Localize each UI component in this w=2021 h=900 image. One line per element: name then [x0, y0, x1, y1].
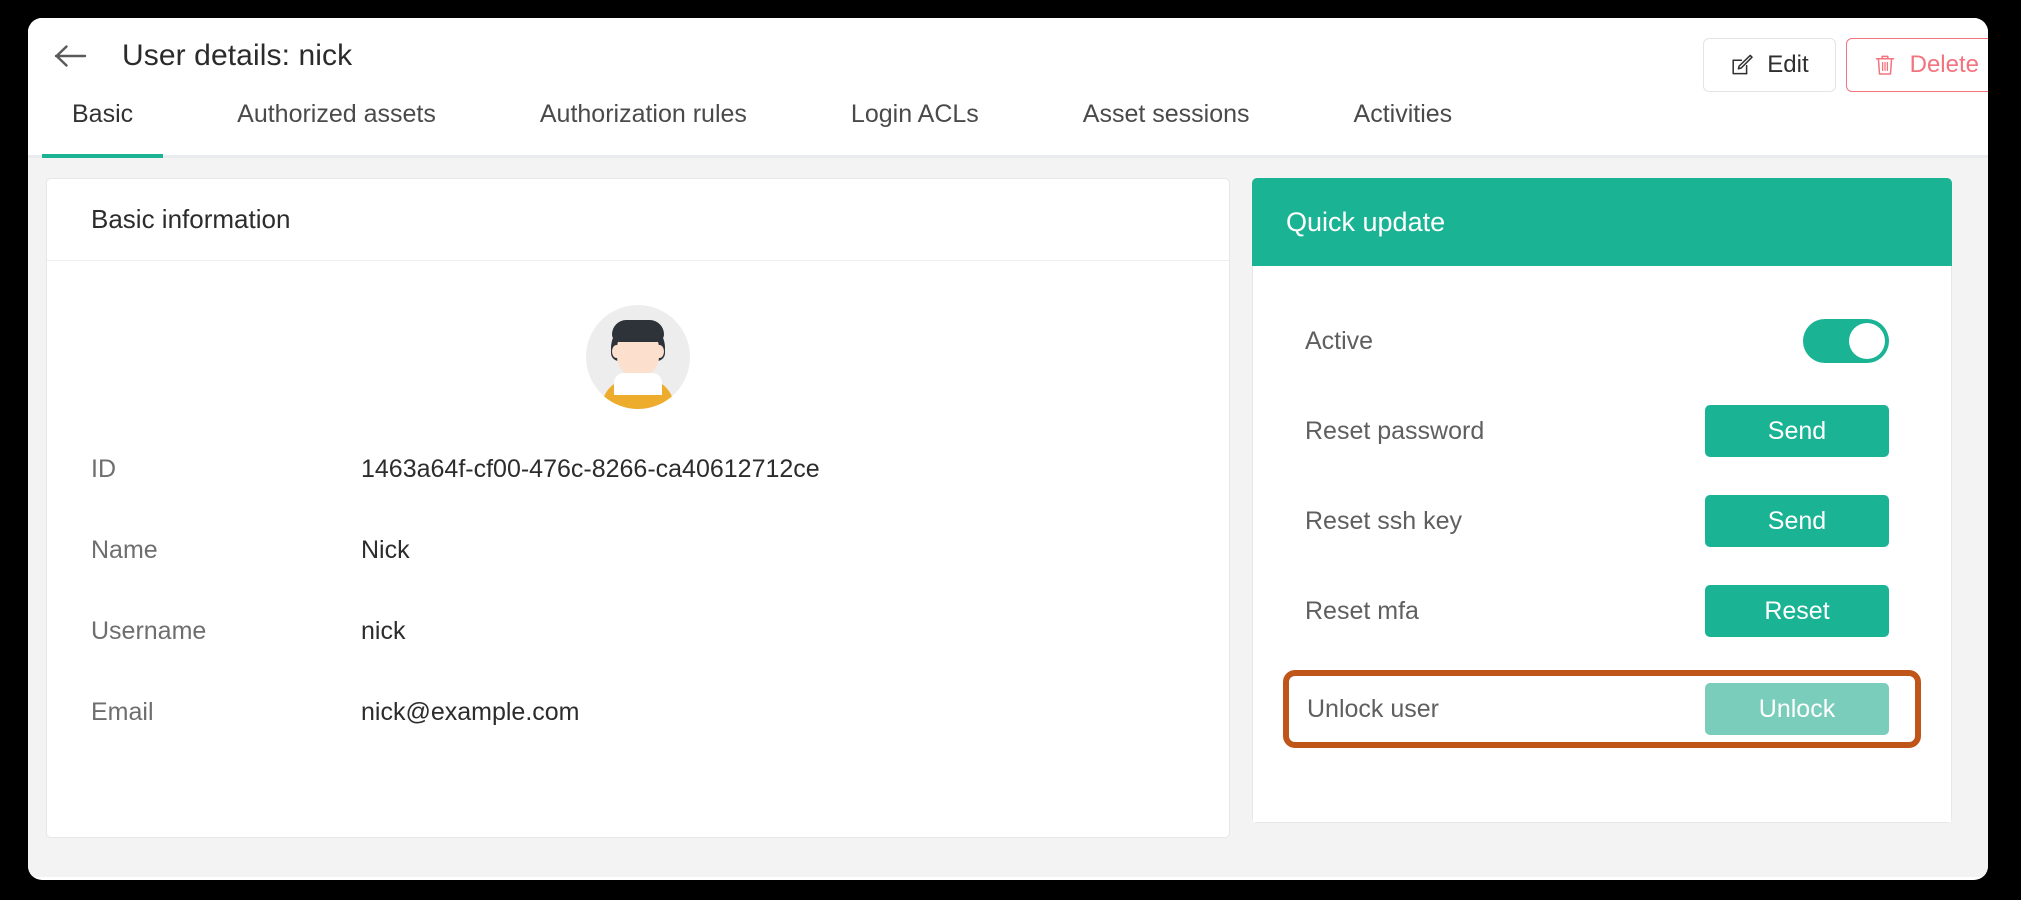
- tabs-bar: Basic Authorized assets Authorization ru…: [28, 94, 1988, 158]
- tab-label: Asset sessions: [1082, 100, 1250, 128]
- reset-password-send-button[interactable]: Send: [1705, 405, 1889, 457]
- avatar-fringe: [612, 320, 664, 342]
- avatar-wrap: [91, 295, 1185, 455]
- reset-password-label: Reset password: [1305, 416, 1485, 445]
- tab-activities[interactable]: Activities: [1324, 94, 1483, 155]
- quick-update-body: Active Reset password Send Reset ssh key…: [1252, 266, 1952, 823]
- page-header: User details: nick Edit Delete: [28, 18, 1988, 94]
- info-label: Email: [91, 698, 154, 726]
- header-actions: Edit Delete: [1703, 38, 1988, 92]
- info-label: ID: [91, 455, 116, 483]
- trash-icon: [1873, 53, 1897, 77]
- tab-label: Authorized assets: [237, 100, 436, 128]
- app-window: User details: nick Edit Delete Basic Aut…: [28, 18, 1988, 880]
- info-value: 1463a64f-cf00-476c-8266-ca40612712ce: [361, 455, 820, 483]
- tab-label: Authorization rules: [539, 100, 747, 128]
- quick-update-row-unlock-user: Unlock user Unlock: [1283, 670, 1921, 748]
- info-label: Name: [91, 536, 158, 564]
- unlock-user-label: Unlock user: [1307, 694, 1439, 723]
- delete-button[interactable]: Delete: [1845, 38, 1988, 92]
- reset-mfa-label: Reset mfa: [1305, 596, 1419, 625]
- tab-label: Activities: [1353, 100, 1453, 128]
- pencil-square-icon: [1730, 53, 1754, 77]
- info-label: Username: [91, 617, 207, 645]
- info-row-email: Email nick@example.com: [91, 698, 1185, 727]
- quick-update-row-reset-password: Reset password Send: [1283, 400, 1921, 462]
- info-row-username: Username nick: [91, 617, 1185, 646]
- reset-mfa-reset-button[interactable]: Reset: [1705, 585, 1889, 637]
- tab-label: Login ACLs: [850, 100, 979, 128]
- info-value: nick: [361, 617, 406, 645]
- quick-update-title: Quick update: [1252, 178, 1952, 266]
- info-row-id: ID 1463a64f-cf00-476c-8266-ca40612712ce: [91, 455, 1185, 484]
- page-title: User details: nick: [122, 39, 353, 72]
- quick-update-row-reset-mfa: Reset mfa Reset: [1283, 580, 1921, 642]
- tab-authorized-assets[interactable]: Authorized assets: [207, 94, 466, 155]
- quick-update-card: Quick update Active Reset password Send …: [1252, 178, 1952, 823]
- edit-button[interactable]: Edit: [1703, 38, 1836, 92]
- reset-ssh-key-label: Reset ssh key: [1305, 506, 1463, 535]
- tab-basic[interactable]: Basic: [42, 94, 164, 158]
- basic-information-card: Basic information ID 1463a64f-cf00-476c-…: [46, 178, 1230, 838]
- edit-button-label: Edit: [1767, 51, 1809, 78]
- quick-update-row-reset-ssh-key: Reset ssh key Send: [1283, 490, 1921, 552]
- basic-information-body: ID 1463a64f-cf00-476c-8266-ca40612712ce …: [47, 261, 1229, 799]
- tab-login-acls[interactable]: Login ACLs: [821, 94, 1009, 155]
- active-toggle[interactable]: [1803, 319, 1889, 363]
- info-row-name: Name Nick: [91, 536, 1185, 565]
- quick-update-row-active: Active: [1283, 310, 1921, 372]
- tab-label: Basic: [72, 100, 134, 128]
- content-area: Basic information ID 1463a64f-cf00-476c-…: [28, 158, 1988, 877]
- back-arrow-icon[interactable]: [50, 35, 92, 77]
- tab-asset-sessions[interactable]: Asset sessions: [1053, 94, 1280, 155]
- active-label: Active: [1305, 326, 1374, 355]
- info-value: nick@example.com: [361, 698, 580, 726]
- toggle-knob: [1849, 323, 1885, 359]
- delete-button-label: Delete: [1909, 51, 1979, 78]
- unlock-user-button[interactable]: Unlock: [1705, 683, 1889, 735]
- avatar: [586, 305, 690, 409]
- reset-ssh-key-send-button[interactable]: Send: [1705, 495, 1889, 547]
- info-value: Nick: [361, 536, 410, 564]
- basic-information-title: Basic information: [47, 179, 1229, 261]
- tab-authorization-rules[interactable]: Authorization rules: [510, 94, 777, 155]
